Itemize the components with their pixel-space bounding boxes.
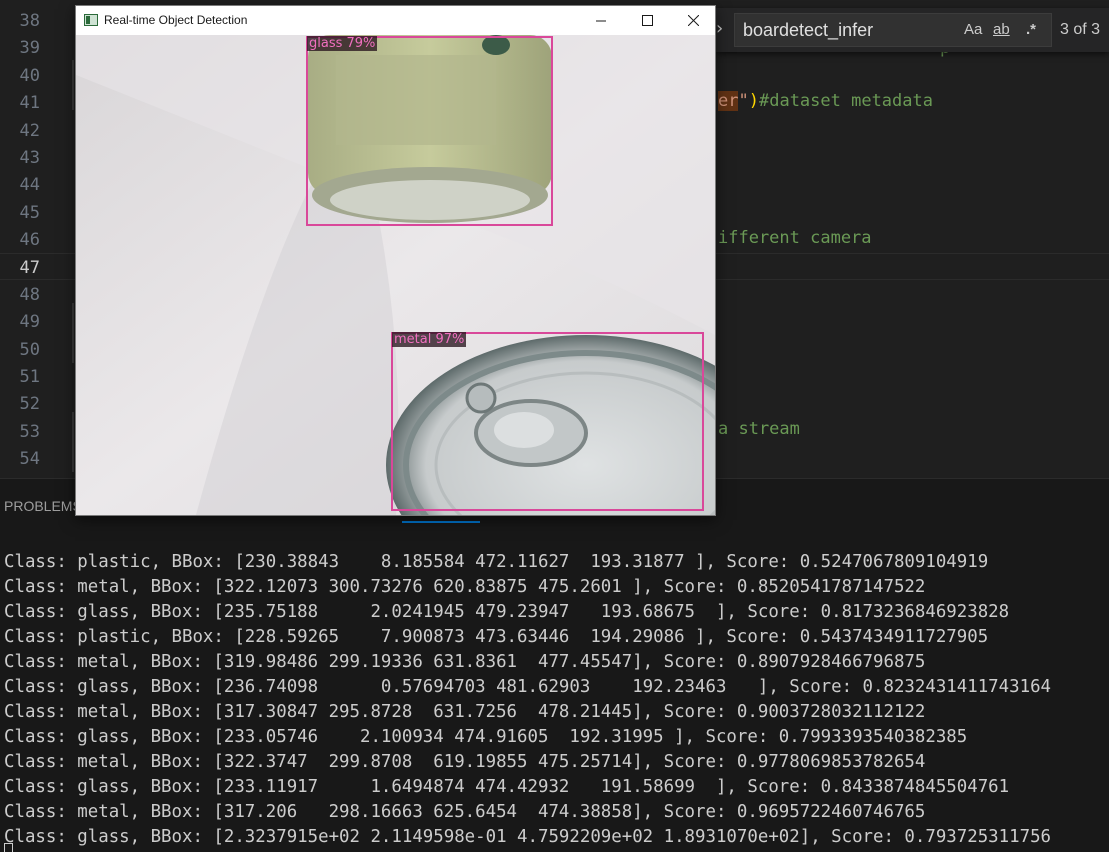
match-count: 3 of 3 — [1060, 21, 1101, 38]
detection-window[interactable]: Real-time Object Detection glass 79% met… — [75, 5, 716, 516]
whole-word-toggle[interactable]: ab — [993, 21, 1010, 38]
close-icon — [687, 15, 699, 26]
detection-box-metal: metal 97% — [391, 332, 704, 511]
window-title: Real-time Object Detection — [104, 13, 248, 27]
detection-label: glass 79% — [307, 36, 378, 51]
tab-problems[interactable]: PROBLEMS — [4, 498, 82, 514]
paren: ) — [748, 91, 759, 111]
line-number: 41 — [19, 93, 40, 114]
line-number: 40 — [19, 65, 40, 86]
indent-guide — [72, 60, 74, 110]
line-number: 48 — [19, 284, 40, 305]
line-number: 46 — [19, 230, 40, 251]
line-number-gutter: 38 39 40 41 42 43 44 45 46 47 48 49 50 5… — [0, 8, 40, 474]
terminal-line: Class: metal, BBox: [317.206 298.16663 6… — [4, 802, 926, 822]
detection-label: metal 97% — [392, 332, 467, 347]
code-line-41: er")#dataset metadata — [718, 91, 933, 111]
terminal-line: Class: glass, BBox: [235.75188 2.0241945… — [4, 602, 1010, 622]
close-button[interactable] — [670, 6, 715, 35]
bottom-panel: PROBLEMS Class: plastic, BBox: [230.3884… — [0, 478, 1109, 852]
find-widget: › boardetect_infer Aa ab .* 3 of 3 — [716, 8, 1109, 52]
terminal-line: Class: metal, BBox: [319.98486 299.19336… — [4, 652, 926, 672]
string-quote: " — [738, 91, 749, 111]
maximize-button[interactable] — [624, 6, 670, 35]
line-number: 51 — [19, 367, 40, 388]
line-number: 52 — [19, 394, 40, 415]
camera-frame: glass 79% metal 97% — [76, 35, 715, 515]
line-number: 43 — [19, 147, 40, 168]
terminal-line: Class: metal, BBox: [317.30847 295.8728 … — [4, 702, 926, 722]
indent-guide — [72, 412, 74, 472]
terminal-cursor — [4, 843, 13, 852]
line-number: 49 — [19, 312, 40, 333]
line-number: 50 — [19, 339, 40, 360]
terminal-line: Class: glass, BBox: [233.11917 1.6494874… — [4, 777, 1010, 797]
terminal-line: Class: metal, BBox: [322.12073 300.73276… — [4, 577, 926, 597]
terminal-line: Class: metal, BBox: [322.3747 299.8708 6… — [4, 752, 926, 772]
line-number: 53 — [19, 421, 40, 442]
code-comment: a stream — [718, 419, 800, 439]
minimize-icon — [595, 20, 606, 22]
window-title-bar[interactable]: Real-time Object Detection — [76, 6, 715, 35]
active-tab-indicator — [402, 521, 480, 523]
terminal-line: Class: glass, BBox: [233.05746 2.100934 … — [4, 727, 968, 747]
detection-box-glass: glass 79% — [306, 36, 553, 226]
terminal-line: Class: plastic, BBox: [230.38843 8.18558… — [4, 552, 989, 572]
chevron-right-icon[interactable]: › — [716, 18, 728, 39]
app-window-icon — [84, 14, 98, 26]
code-comment: ifferent camera — [718, 228, 872, 248]
terminal-output[interactable]: Class: plastic, BBox: [230.38843 8.18558… — [4, 550, 1109, 850]
line-number: 54 — [19, 449, 40, 470]
line-number-active: 47 — [19, 257, 40, 278]
regex-toggle[interactable]: .* — [1026, 21, 1036, 38]
line-number: 45 — [19, 202, 40, 223]
search-match-highlight: er — [718, 91, 739, 111]
maximize-icon — [641, 15, 653, 26]
terminal-line: Class: plastic, BBox: [228.59265 7.90087… — [4, 627, 989, 647]
terminal-line: Class: glass, BBox: [2.3237915e+02 2.114… — [4, 827, 1052, 847]
indent-guide — [72, 303, 74, 363]
minimize-button[interactable] — [578, 6, 624, 35]
terminal-line: Class: glass, BBox: [236.74098 0.5769470… — [4, 677, 1052, 697]
code-comment: #dataset metadata — [758, 91, 933, 111]
line-number: 38 — [19, 11, 40, 31]
match-case-toggle[interactable]: Aa — [964, 21, 982, 38]
line-number: 42 — [19, 120, 40, 141]
line-number: 44 — [19, 175, 40, 196]
line-number: 39 — [19, 38, 40, 59]
